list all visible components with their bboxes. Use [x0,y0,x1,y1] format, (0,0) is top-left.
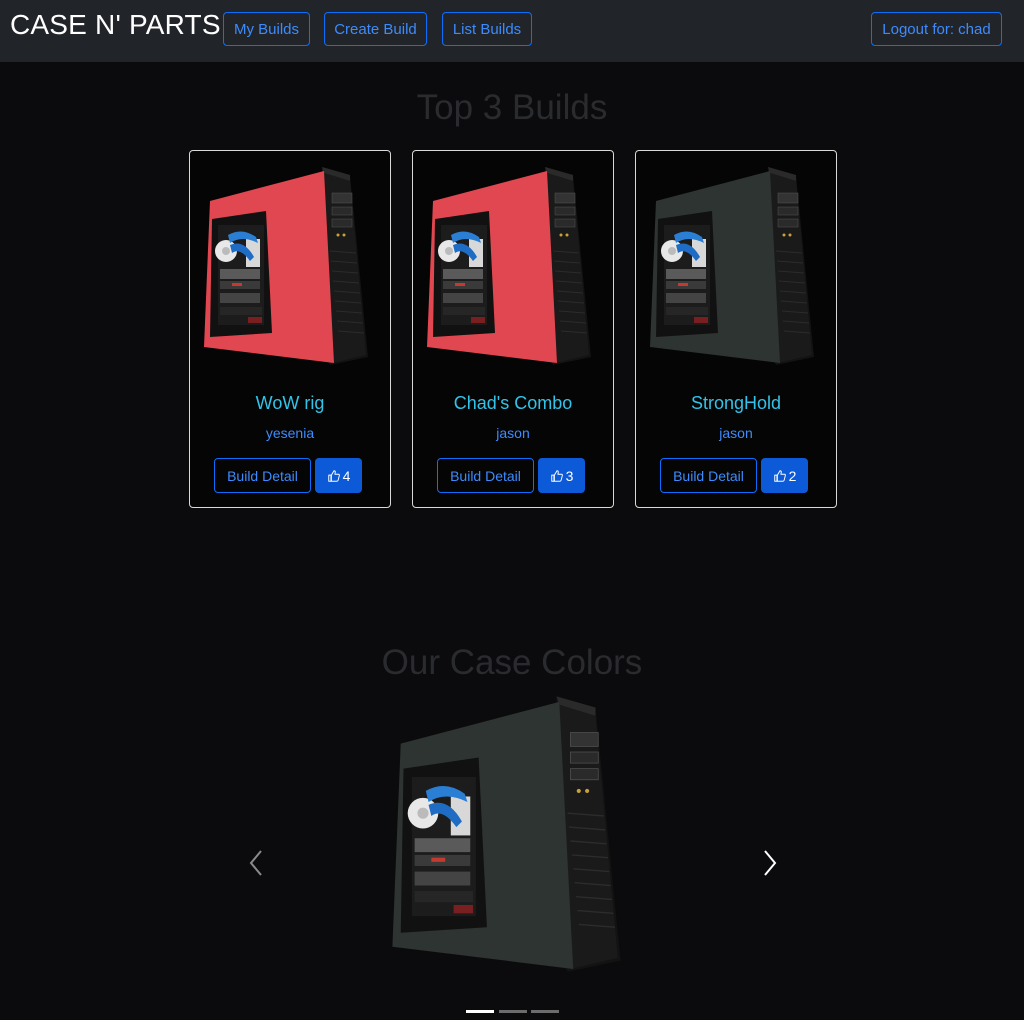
build-card: StrongHold jason Build Detail 2 [635,150,837,508]
thumbs-up-icon [550,469,563,482]
like-button[interactable]: 3 [538,458,585,493]
build-detail-button[interactable]: Build Detail [660,458,757,493]
carousel-prev-button[interactable] [244,848,268,878]
pc-case-image [380,688,644,994]
build-name[interactable]: StrongHold [636,393,836,414]
chevron-right-icon [764,850,777,876]
build-name[interactable]: WoW rig [190,393,390,414]
build-card: WoW rig yesenia Build Detail 4 [189,150,391,508]
like-button[interactable]: 2 [761,458,808,493]
top-builds-title: Top 3 Builds [416,88,608,127]
pc-case-image [423,161,603,381]
build-card: Chad's Combo jason Build Detail 3 [412,150,614,508]
carousel-indicator[interactable] [531,1010,559,1013]
case-colors-title: Our Case Colors [381,643,643,682]
carousel-indicator[interactable] [466,1010,494,1013]
my-builds-button[interactable]: My Builds [223,12,310,46]
list-builds-button[interactable]: List Builds [442,12,532,46]
navbar: CASE N' PARTS My Builds Create Build Lis… [0,0,1024,62]
carousel-next-button[interactable] [758,848,782,878]
logout-button[interactable]: Logout for: chad [871,12,1002,46]
pc-case-image [646,161,826,381]
thumbs-up-icon [327,469,340,482]
thumbs-up-icon [773,469,786,482]
case-color-carousel [0,680,1024,1020]
build-author[interactable]: jason [636,425,836,441]
create-build-button[interactable]: Create Build [324,12,427,46]
build-detail-button[interactable]: Build Detail [437,458,534,493]
build-detail-button[interactable]: Build Detail [214,458,311,493]
like-count: 2 [788,467,797,484]
pc-case-image [200,161,380,381]
like-button[interactable]: 4 [315,458,362,493]
like-count: 3 [565,467,574,484]
build-author[interactable]: jason [413,425,613,441]
build-author[interactable]: yesenia [190,425,390,441]
carousel-indicator[interactable] [499,1010,527,1013]
build-name[interactable]: Chad's Combo [413,393,613,414]
like-count: 4 [342,467,351,484]
brand-logo[interactable]: CASE N' PARTS [10,9,221,41]
chevron-left-icon [249,850,262,876]
